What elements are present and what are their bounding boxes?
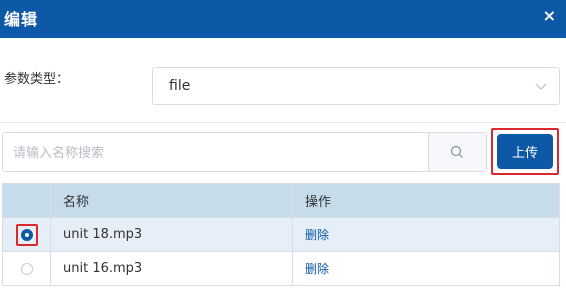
upload-highlight: 上传 [491,128,559,175]
table-row[interactable]: unit 18.mp3 删除 [2,217,560,252]
table-header-row: 名称 操作 [2,183,560,218]
search-box [2,132,487,172]
table-row[interactable]: unit 16.mp3 删除 [2,251,560,286]
row-radio[interactable] [20,262,33,275]
row-radio-selected[interactable] [20,228,33,241]
param-type-value: file [169,78,191,94]
upload-button[interactable]: 上传 [497,134,553,169]
delete-link[interactable]: 删除 [305,228,329,242]
close-icon[interactable]: × [543,6,556,25]
file-name: unit 18.mp3 [50,217,293,252]
header-action: 操作 [292,183,560,218]
search-icon [450,145,463,158]
radio-highlight [15,223,38,246]
header-name: 名称 [50,183,293,218]
param-type-select[interactable]: file [152,67,560,105]
search-input[interactable] [11,140,425,166]
delete-link[interactable]: 删除 [305,262,329,276]
dialog-header: 编辑 × [0,0,566,38]
file-table: 名称 操作 unit 18.mp3 删除 unit 16.mp3 删除 [2,183,560,286]
header-select [2,183,51,218]
file-name: unit 16.mp3 [50,251,293,286]
param-type-label: 参数类型： [4,72,70,87]
chevron-down-icon [535,83,547,90]
search-button[interactable] [428,133,486,171]
divider [0,122,566,123]
dialog-title: 编辑 [4,10,39,29]
